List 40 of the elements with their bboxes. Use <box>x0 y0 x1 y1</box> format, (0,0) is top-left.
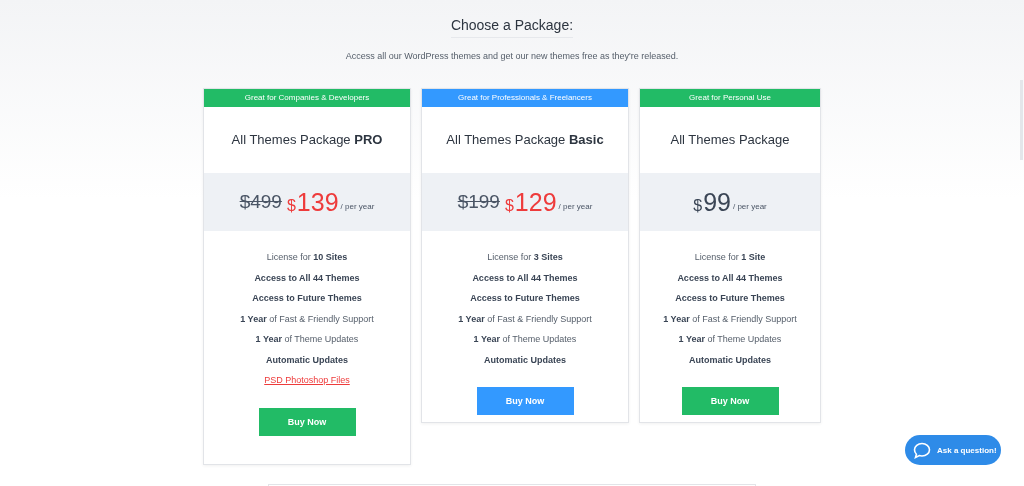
feature-text: Automatic Updates <box>266 353 348 366</box>
feature-text: 1 Year of Fast & Friendly Support <box>458 312 592 325</box>
ask-question-button[interactable]: Ask a question! <box>905 435 1001 465</box>
feature-text: Access to All 44 Themes <box>677 271 783 284</box>
feature-text: 1 Year of Theme Updates <box>255 333 359 346</box>
feature-text: 1 Year of Theme Updates <box>473 333 577 346</box>
old-price: $499 <box>239 191 282 213</box>
feature-text: Access to Future Themes <box>470 292 580 305</box>
feature-text: Access to All 44 Themes <box>254 271 360 284</box>
chat-bubble-icon <box>913 441 931 459</box>
package-title: All Themes Package Basic <box>446 131 604 149</box>
feature-text: License for 10 Sites <box>266 251 348 264</box>
card-tagline: Great for Professionals & Freelancers <box>422 89 628 107</box>
price-period: / per year <box>340 201 375 211</box>
old-price: $199 <box>457 191 500 213</box>
feature-text: License for 1 Site <box>694 251 766 264</box>
price: $99 <box>693 187 731 217</box>
section-heading: Choose a Package: <box>450 17 574 38</box>
feature-text: 1 Year of Theme Updates <box>678 333 782 346</box>
feature-link[interactable]: PSD Photoshop Files <box>264 374 350 387</box>
feature-text: Access to Future Themes <box>252 292 362 305</box>
package-title: All Themes Package <box>670 131 790 149</box>
package-title: All Themes Package PRO <box>231 131 383 149</box>
feature-text: License for 3 Sites <box>487 251 563 264</box>
feature-text: 1 Year of Fast & Friendly Support <box>240 312 374 325</box>
price-period: / per year <box>558 201 593 211</box>
feature-text: Access to Future Themes <box>675 292 785 305</box>
feature-text: 1 Year of Fast & Friendly Support <box>663 312 797 325</box>
price: $129 <box>504 187 557 217</box>
buy-now-button[interactable]: Buy Now <box>258 407 356 436</box>
buy-now-button[interactable]: Buy Now <box>476 387 574 415</box>
section-subheading: Access all our WordPress themes and get our new themes free as they're released. <box>345 51 679 61</box>
price: $139 <box>286 187 339 217</box>
feature-text: Automatic Updates <box>484 353 566 366</box>
buy-now-button[interactable]: Buy Now <box>681 387 779 415</box>
card-tagline: Great for Personal Use <box>640 89 820 107</box>
feature-text: Access to All 44 Themes <box>472 271 578 284</box>
card-tagline: Great for Companies & Developers <box>204 89 410 107</box>
feature-text: Automatic Updates <box>689 353 771 366</box>
price-period: / per year <box>732 201 767 211</box>
